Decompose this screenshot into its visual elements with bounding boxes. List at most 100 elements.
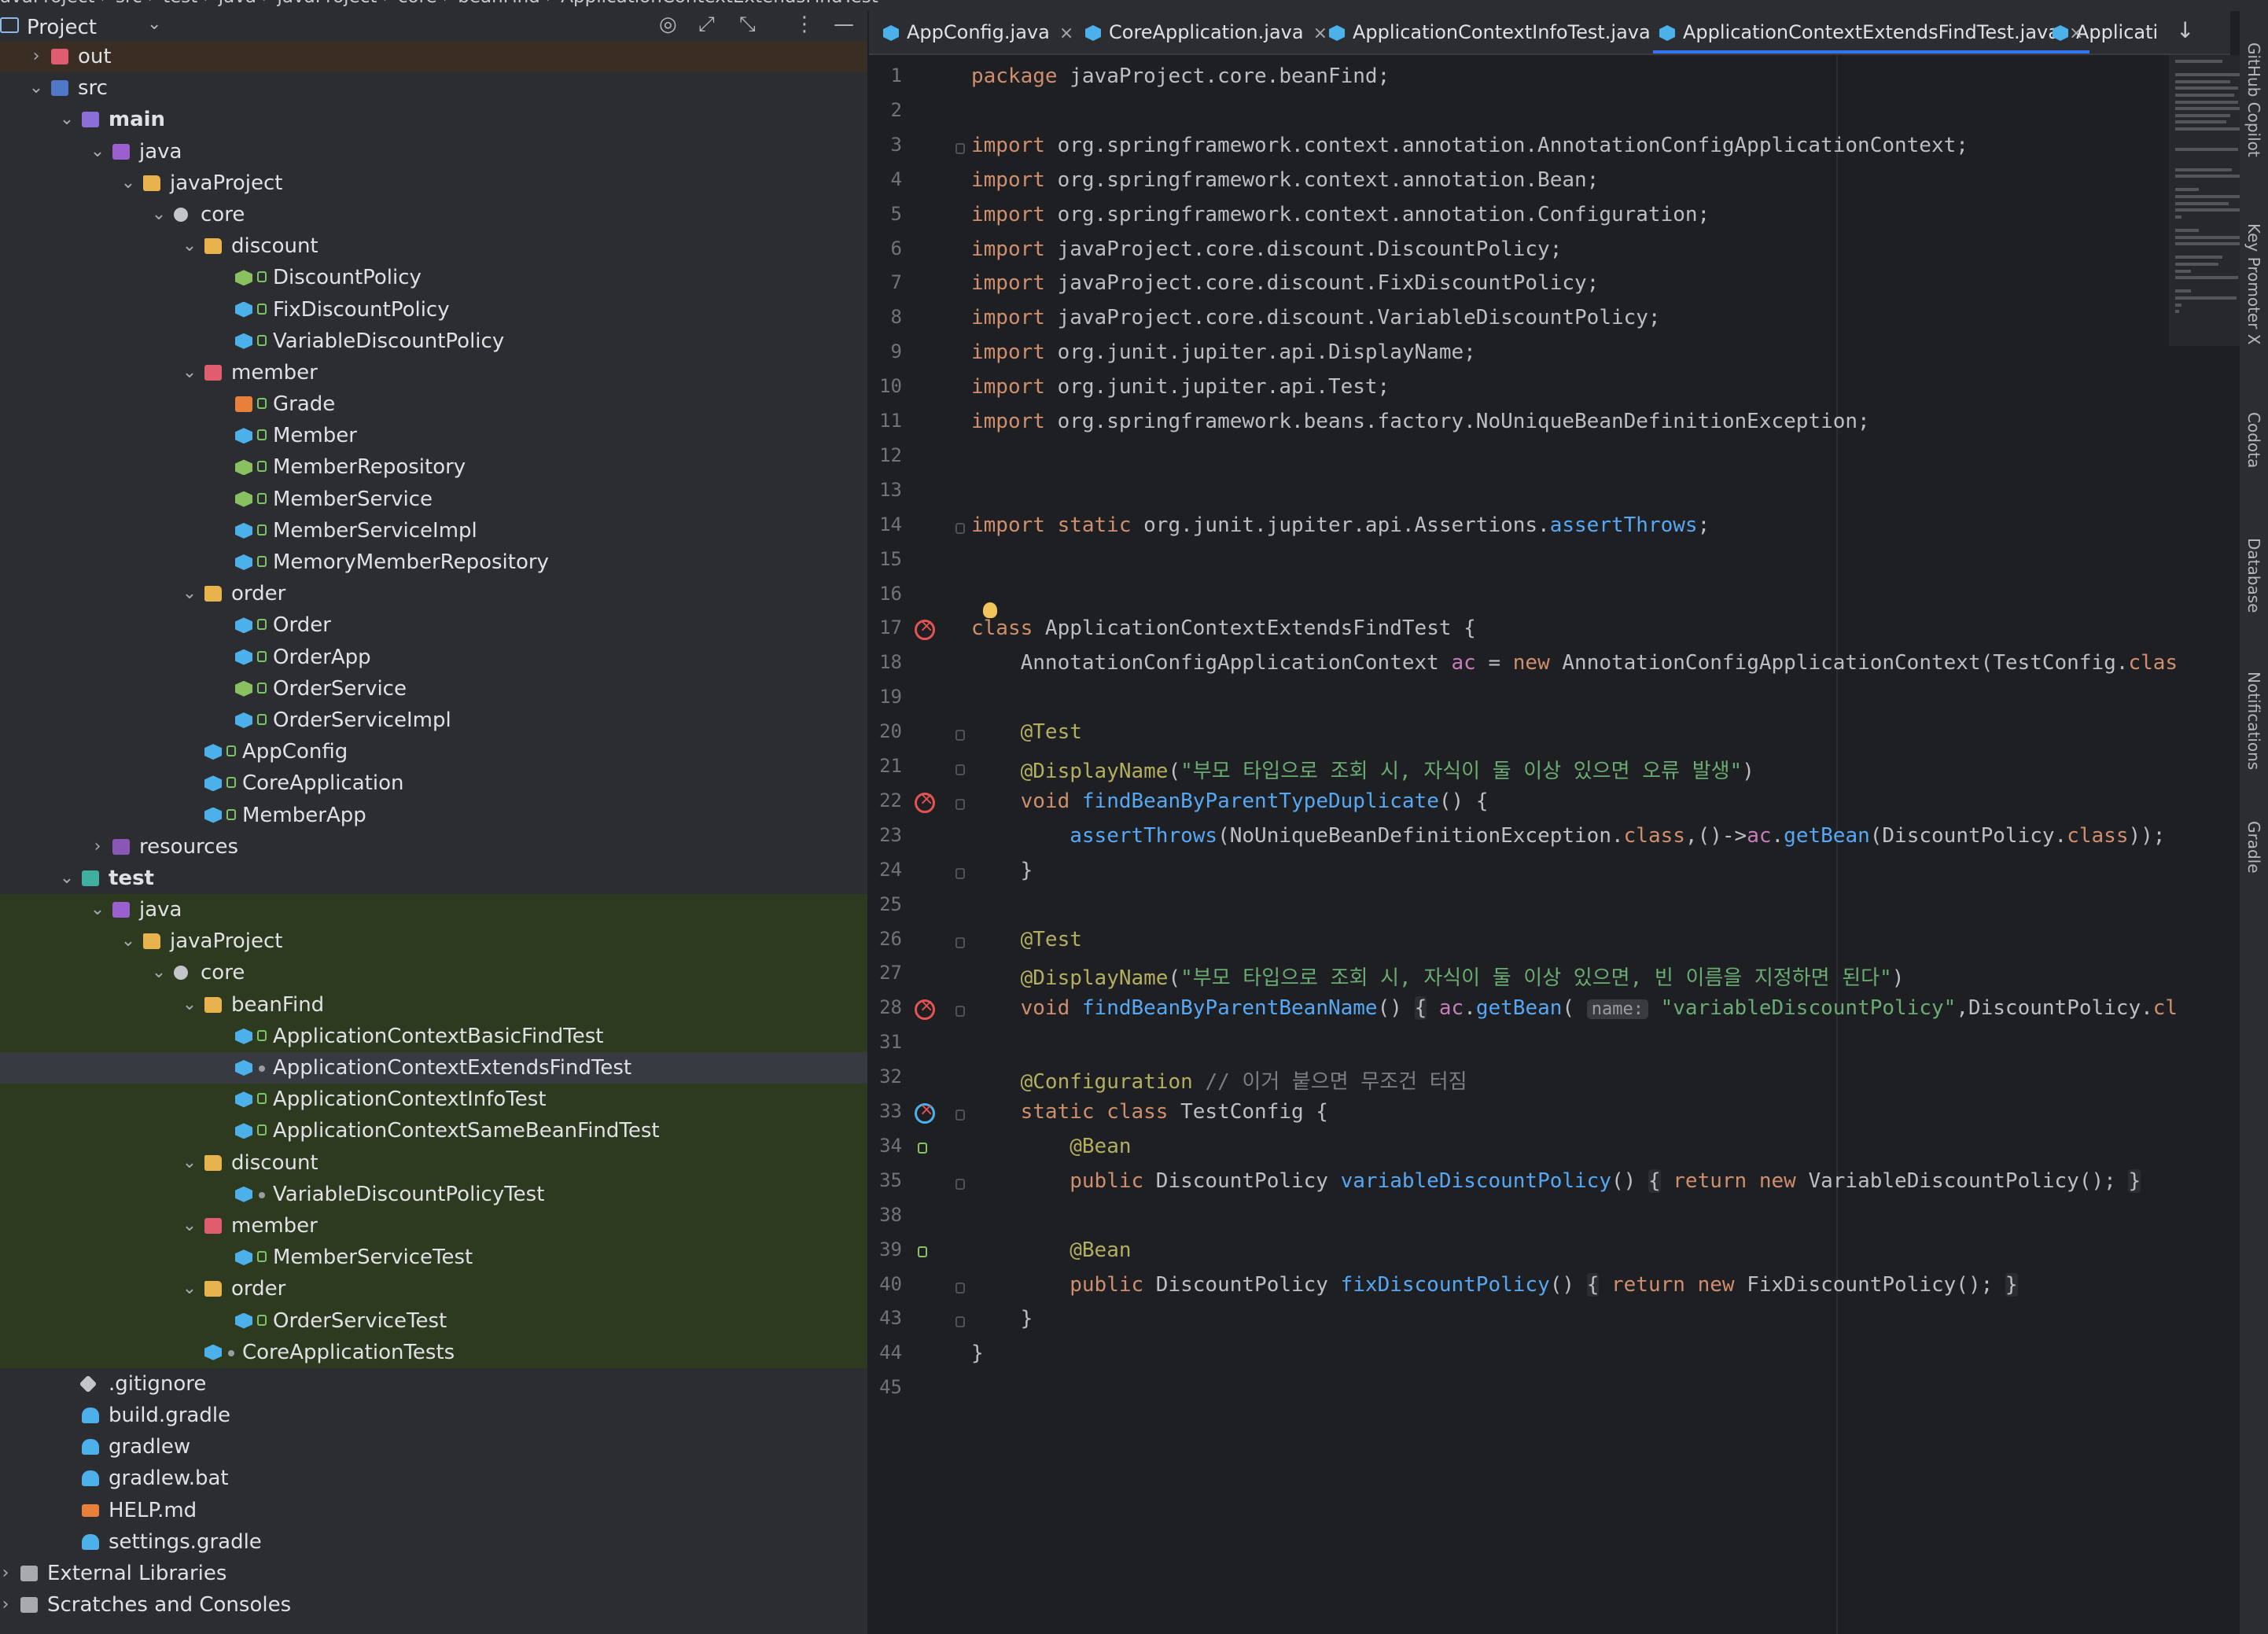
fold-marker-icon[interactable] — [955, 937, 965, 948]
tree-item[interactable]: AppConfig — [0, 736, 867, 767]
code-line[interactable]: class ApplicationContextExtendsFindTest … — [971, 616, 1476, 640]
tree-item[interactable]: ⌄ discount — [0, 230, 867, 262]
chevron-down-icon[interactable]: ⌄ — [150, 199, 168, 230]
fold-marker-icon[interactable] — [955, 798, 965, 810]
chevron-down-icon[interactable]: ⌄ — [150, 957, 168, 988]
code-line[interactable]: import javaProject.core.discount.Variabl… — [971, 306, 1661, 329]
fold-marker-icon[interactable] — [955, 764, 965, 775]
code-line[interactable]: } — [971, 859, 1033, 882]
editor-tab[interactable]: Applicati — [2053, 11, 2158, 53]
chevron-down-icon[interactable]: ⌄ — [181, 230, 198, 262]
tree-item[interactable]: MemberService — [0, 484, 867, 515]
tree-item[interactable]: MemberApp — [0, 800, 867, 831]
close-icon[interactable]: × — [1313, 24, 1327, 43]
tree-item[interactable]: OrderServiceImpl — [0, 705, 867, 736]
breadcrumb-item[interactable]: beanFind › — [458, 0, 553, 7]
error-icon[interactable] — [915, 996, 935, 1021]
chevron-down-icon[interactable]: ⌄ — [58, 104, 75, 135]
fold-marker-icon[interactable] — [955, 1178, 965, 1190]
code-line[interactable]: AnnotationConfigApplicationContext ac = … — [971, 651, 2178, 675]
fold-marker-icon[interactable] — [955, 730, 965, 742]
tree-item[interactable]: ⌄ src — [0, 72, 867, 104]
code-line[interactable]: static class TestConfig { — [971, 1100, 1328, 1124]
code-line[interactable]: public DiscountPolicy fixDiscountPolicy(… — [971, 1272, 2018, 1297]
code-editor[interactable]: AppConfig.java × CoreApplication.java × Appl… — [869, 11, 2230, 1634]
code-line[interactable]: import javaProject.core.discount.FixDisc… — [971, 271, 1599, 295]
tree-item[interactable]: ⌄ member — [0, 357, 867, 388]
fold-marker-icon[interactable] — [955, 522, 965, 534]
code-line[interactable]: void findBeanByParentBeanName() { ac.get… — [971, 996, 2178, 1021]
tree-item[interactable]: ⌄ member — [0, 1209, 867, 1242]
chevron-down-icon[interactable]: ⌄ — [181, 989, 198, 1021]
tree-item[interactable]: DiscountPolicy — [0, 262, 867, 293]
bean-method-icon[interactable] — [918, 1246, 927, 1257]
chevron-down-icon[interactable]: ⌄ — [147, 14, 161, 34]
tree-item[interactable]: › resources — [0, 831, 867, 863]
fold-marker-icon[interactable] — [955, 1316, 965, 1328]
tree-item[interactable]: ApplicationContextExtendsFindTest — [0, 1052, 867, 1084]
collapse-icon[interactable]: ⤡ — [739, 13, 756, 37]
code-line[interactable]: import org.junit.jupiter.api.DisplayName… — [971, 340, 1476, 364]
tree-item[interactable]: MemberServiceImpl — [0, 515, 867, 547]
tool-window-button[interactable]: GitHub Copilot — [2244, 42, 2263, 157]
tree-item[interactable]: Order — [0, 609, 867, 641]
code-line[interactable]: @Configuration // 이거 붙으면 무조건 터짐 — [971, 1065, 1467, 1095]
tree-item[interactable]: ⌄ java — [0, 894, 867, 926]
editor-tab[interactable]: ApplicationContextInfoTest.java× — [1329, 11, 1674, 53]
tree-item[interactable]: › External Libraries — [0, 1558, 867, 1589]
tree-item[interactable]: Grade — [0, 388, 867, 420]
tool-window-button[interactable]: Gradle — [2244, 821, 2263, 874]
code-line[interactable]: } — [971, 1307, 1033, 1330]
tree-item[interactable]: ⌄ core — [0, 199, 867, 230]
code-line[interactable]: void findBeanByParentTypeDuplicate() { — [971, 789, 1489, 813]
code-line[interactable]: import org.springframework.context.annot… — [971, 134, 1968, 157]
chevron-down-icon[interactable]: ⌄ — [120, 926, 137, 957]
chevron-right-icon[interactable]: › — [28, 41, 45, 72]
tree-item[interactable]: ⌄ core — [0, 957, 867, 989]
tree-item[interactable]: ⌄ order — [0, 1273, 867, 1305]
chevron-down-icon[interactable]: ⌄ — [181, 1147, 198, 1179]
error-icon[interactable] — [915, 616, 935, 641]
chevron-right-icon[interactable]: › — [0, 1558, 14, 1589]
code-line[interactable]: package javaProject.core.beanFind; — [971, 64, 1390, 88]
chevron-down-icon[interactable]: ⌄ — [89, 136, 106, 167]
more-icon[interactable]: ⋮ — [2223, 17, 2230, 43]
tree-item[interactable]: ApplicationContextSameBeanFindTest — [0, 1115, 867, 1147]
tree-item[interactable]: OrderApp — [0, 642, 867, 673]
fold-marker-icon[interactable] — [955, 142, 965, 154]
code-area[interactable]: package javaProject.core.beanFind; import… — [971, 55, 2230, 1634]
tree-item[interactable]: settings.gradle — [0, 1526, 867, 1558]
chevron-down-icon[interactable]: ⌄ — [28, 72, 45, 104]
tab-list-icon[interactable]: ↓ — [2176, 17, 2194, 43]
fold-marker-icon[interactable] — [955, 1110, 965, 1121]
breadcrumb-item[interactable]: javaProject › — [278, 0, 390, 7]
more-icon[interactable]: ⋮ — [794, 13, 815, 36]
minimap[interactable] — [2169, 55, 2250, 346]
tree-item[interactable]: Member — [0, 420, 867, 451]
target-icon[interactable]: ◎ — [659, 13, 677, 36]
tree-item[interactable]: ApplicationContextInfoTest — [0, 1084, 867, 1116]
tree-item[interactable]: ⌄ javaProject — [0, 167, 867, 199]
tool-window-button[interactable]: Notifications — [2244, 672, 2263, 770]
tree-item[interactable]: OrderService — [0, 673, 867, 705]
breadcrumb-item[interactable]: java › — [219, 0, 270, 7]
tool-window-button[interactable]: Database — [2244, 538, 2263, 613]
code-line[interactable]: import org.springframework.beans.factory… — [971, 410, 1870, 433]
tree-item[interactable]: ⌄ javaProject — [0, 926, 867, 958]
tree-item[interactable]: › Scratches and Consoles — [0, 1589, 867, 1621]
code-line[interactable]: @Bean — [971, 1238, 1131, 1262]
tool-window-button[interactable]: Codota — [2244, 412, 2263, 468]
chevron-down-icon[interactable]: ⌄ — [181, 1273, 198, 1305]
breadcrumb-item[interactable]: ApplicationContextExtendsFindTest — [561, 0, 878, 7]
tree-item[interactable]: MemberRepository — [0, 451, 867, 483]
minimize-icon[interactable]: — — [834, 13, 854, 36]
tree-item[interactable]: ⌄ order — [0, 578, 867, 609]
chevron-right-icon[interactable]: › — [89, 831, 106, 863]
code-line[interactable]: @DisplayName("부모 타입으로 조회 시, 자식이 둘 이상 있으면… — [971, 755, 1754, 784]
project-panel-title[interactable]: Project — [27, 16, 97, 39]
chevron-down-icon[interactable]: ⌄ — [58, 863, 75, 894]
code-line[interactable]: @DisplayName("부모 타입으로 조회 시, 자식이 둘 이상 있으면… — [971, 962, 1905, 991]
tree-item[interactable]: build.gradle — [0, 1400, 867, 1431]
chevron-down-icon[interactable]: ⌄ — [181, 357, 198, 388]
breadcrumb-item[interactable]: src › — [116, 0, 155, 7]
